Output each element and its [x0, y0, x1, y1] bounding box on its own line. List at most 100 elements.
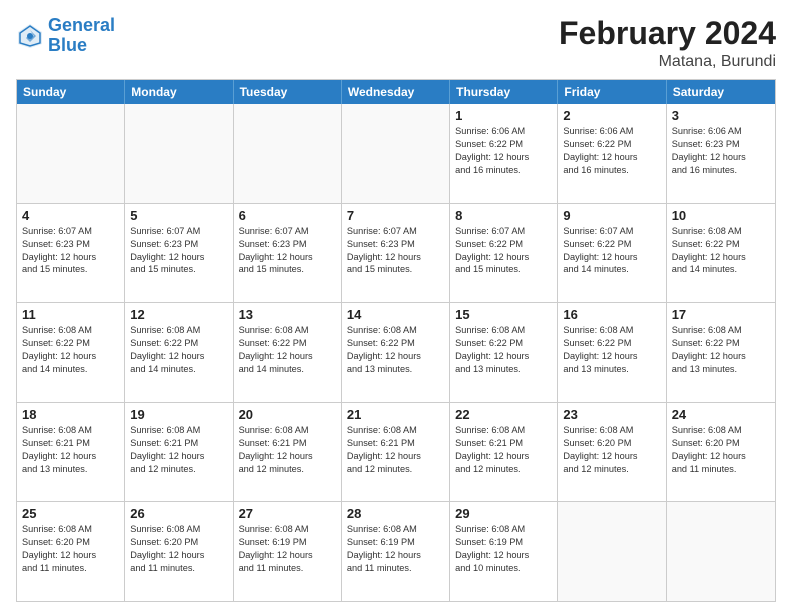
day-number: 4 [22, 208, 119, 223]
day-cell-7: 7Sunrise: 6:07 AMSunset: 6:23 PMDaylight… [342, 204, 450, 303]
day-info: Sunrise: 6:08 AMSunset: 6:22 PMDaylight:… [239, 324, 336, 376]
logo: General Blue [16, 16, 115, 56]
day-cell-18: 18 Sunrise: 6:08 AMSunset: 6:21 PMDayligh… [17, 403, 125, 502]
day-cell-14: 14Sunrise: 6:08 AMSunset: 6:22 PMDayligh… [342, 303, 450, 402]
day-cell-26: 26 Sunrise: 6:08 AMSunset: 6:20 PMDayligh… [125, 502, 233, 601]
day-info: Sunrise: 6:08 AMSunset: 6:20 PMDaylight:… [672, 424, 770, 476]
day-info: Sunrise: 6:08 AMSunset: 6:20 PMDaylight:… [130, 523, 227, 575]
day-info: Sunrise: 6:08 AMSunset: 6:21 PMDaylight:… [239, 424, 336, 476]
header-day-monday: Monday [125, 80, 233, 104]
day-cell-25: 25 Sunrise: 6:08 AMSunset: 6:20 PMDayligh… [17, 502, 125, 601]
day-number: 25 [22, 506, 119, 521]
day-number: 6 [239, 208, 336, 223]
day-info: Sunrise: 6:08 AMSunset: 6:22 PMDaylight:… [672, 324, 770, 376]
day-cell-11: 11 Sunrise: 6:08 AMSunset: 6:22 PMDayligh… [17, 303, 125, 402]
header-day-friday: Friday [558, 80, 666, 104]
day-cell-28: 28 Sunrise: 6:08 AMSunset: 6:19 PMDayligh… [342, 502, 450, 601]
day-number: 21 [347, 407, 444, 422]
day-number: 3 [672, 108, 770, 123]
day-info: Sunrise: 6:08 AMSunset: 6:20 PMDaylight:… [563, 424, 660, 476]
day-number: 23 [563, 407, 660, 422]
logo-line1: General [48, 15, 115, 35]
header-day-tuesday: Tuesday [234, 80, 342, 104]
day-cell-5: 5Sunrise: 6:07 AMSunset: 6:23 PMDaylight… [125, 204, 233, 303]
day-number: 19 [130, 407, 227, 422]
day-info: Sunrise: 6:08 AMSunset: 6:21 PMDaylight:… [455, 424, 552, 476]
day-info: Sunrise: 6:08 AMSunset: 6:22 PMDaylight:… [22, 324, 119, 376]
day-number: 24 [672, 407, 770, 422]
day-cell-10: 10Sunrise: 6:08 AMSunset: 6:22 PMDayligh… [667, 204, 775, 303]
day-info: Sunrise: 6:08 AMSunset: 6:19 PMDaylight:… [347, 523, 444, 575]
day-cell-22: 22 Sunrise: 6:08 AMSunset: 6:21 PMDayligh… [450, 403, 558, 502]
day-info: Sunrise: 6:07 AMSunset: 6:23 PMDaylight:… [347, 225, 444, 277]
day-info: Sunrise: 6:08 AMSunset: 6:20 PMDaylight:… [22, 523, 119, 575]
day-cell-2: 2Sunrise: 6:06 AMSunset: 6:22 PMDaylight… [558, 104, 666, 203]
day-cell-empty-4-6 [667, 502, 775, 601]
week-row-5: 25 Sunrise: 6:08 AMSunset: 6:20 PMDayligh… [17, 502, 775, 601]
main-title: February 2024 [559, 16, 776, 51]
day-cell-empty-0-1 [125, 104, 233, 203]
title-block: February 2024 Matana, Burundi [559, 16, 776, 71]
header-day-saturday: Saturday [667, 80, 775, 104]
day-cell-13: 13 Sunrise: 6:08 AMSunset: 6:22 PMDayligh… [234, 303, 342, 402]
day-info: Sunrise: 6:08 AMSunset: 6:22 PMDaylight:… [455, 324, 552, 376]
day-cell-15: 15Sunrise: 6:08 AMSunset: 6:22 PMDayligh… [450, 303, 558, 402]
day-cell-23: 23 Sunrise: 6:08 AMSunset: 6:20 PMDayligh… [558, 403, 666, 502]
day-info: Sunrise: 6:06 AMSunset: 6:23 PMDaylight:… [672, 125, 770, 177]
day-info: Sunrise: 6:07 AMSunset: 6:22 PMDaylight:… [563, 225, 660, 277]
day-number: 11 [22, 307, 119, 322]
day-number: 13 [239, 307, 336, 322]
day-info: Sunrise: 6:07 AMSunset: 6:22 PMDaylight:… [455, 225, 552, 277]
day-number: 18 [22, 407, 119, 422]
day-cell-1: 1Sunrise: 6:06 AMSunset: 6:22 PMDaylight… [450, 104, 558, 203]
day-number: 9 [563, 208, 660, 223]
header-day-wednesday: Wednesday [342, 80, 450, 104]
day-number: 26 [130, 506, 227, 521]
day-cell-29: 29 Sunrise: 6:08 AMSunset: 6:19 PMDayligh… [450, 502, 558, 601]
day-info: Sunrise: 6:08 AMSunset: 6:21 PMDaylight:… [130, 424, 227, 476]
day-info: Sunrise: 6:08 AMSunset: 6:22 PMDaylight:… [563, 324, 660, 376]
week-row-4: 18 Sunrise: 6:08 AMSunset: 6:21 PMDayligh… [17, 403, 775, 503]
header: General Blue February 2024 Matana, Burun… [16, 16, 776, 71]
calendar-header: SundayMondayTuesdayWednesdayThursdayFrid… [17, 80, 775, 104]
day-info: Sunrise: 6:08 AMSunset: 6:19 PMDaylight:… [455, 523, 552, 575]
day-info: Sunrise: 6:08 AMSunset: 6:22 PMDaylight:… [130, 324, 227, 376]
day-cell-16: 16Sunrise: 6:08 AMSunset: 6:22 PMDayligh… [558, 303, 666, 402]
day-cell-6: 6Sunrise: 6:07 AMSunset: 6:23 PMDaylight… [234, 204, 342, 303]
day-info: Sunrise: 6:08 AMSunset: 6:21 PMDaylight:… [22, 424, 119, 476]
week-row-2: 4 Sunrise: 6:07 AMSunset: 6:23 PMDaylight… [17, 204, 775, 304]
logo-line2: Blue [48, 36, 115, 56]
day-info: Sunrise: 6:08 AMSunset: 6:19 PMDaylight:… [239, 523, 336, 575]
day-cell-empty-0-3 [342, 104, 450, 203]
day-number: 27 [239, 506, 336, 521]
day-info: Sunrise: 6:07 AMSunset: 6:23 PMDaylight:… [22, 225, 119, 277]
day-number: 17 [672, 307, 770, 322]
day-cell-27: 27 Sunrise: 6:08 AMSunset: 6:19 PMDayligh… [234, 502, 342, 601]
header-day-sunday: Sunday [17, 80, 125, 104]
logo-icon [16, 22, 44, 50]
day-cell-empty-0-0 [17, 104, 125, 203]
day-number: 29 [455, 506, 552, 521]
day-number: 2 [563, 108, 660, 123]
day-info: Sunrise: 6:08 AMSunset: 6:22 PMDaylight:… [347, 324, 444, 376]
subtitle: Matana, Burundi [559, 53, 776, 71]
day-info: Sunrise: 6:07 AMSunset: 6:23 PMDaylight:… [130, 225, 227, 277]
day-number: 22 [455, 407, 552, 422]
day-cell-21: 21 Sunrise: 6:08 AMSunset: 6:21 PMDayligh… [342, 403, 450, 502]
header-day-thursday: Thursday [450, 80, 558, 104]
day-info: Sunrise: 6:08 AMSunset: 6:21 PMDaylight:… [347, 424, 444, 476]
week-row-3: 11 Sunrise: 6:08 AMSunset: 6:22 PMDayligh… [17, 303, 775, 403]
day-cell-9: 9 Sunrise: 6:07 AMSunset: 6:22 PMDaylight… [558, 204, 666, 303]
day-cell-empty-4-5 [558, 502, 666, 601]
calendar: SundayMondayTuesdayWednesdayThursdayFrid… [16, 79, 776, 602]
logo-text: General Blue [48, 16, 115, 56]
page: General Blue February 2024 Matana, Burun… [0, 0, 792, 612]
day-cell-4: 4 Sunrise: 6:07 AMSunset: 6:23 PMDaylight… [17, 204, 125, 303]
day-cell-12: 12Sunrise: 6:08 AMSunset: 6:22 PMDayligh… [125, 303, 233, 402]
day-number: 28 [347, 506, 444, 521]
day-cell-20: 20 Sunrise: 6:08 AMSunset: 6:21 PMDayligh… [234, 403, 342, 502]
day-cell-empty-0-2 [234, 104, 342, 203]
day-cell-8: 8Sunrise: 6:07 AMSunset: 6:22 PMDaylight… [450, 204, 558, 303]
day-number: 20 [239, 407, 336, 422]
day-cell-17: 17 Sunrise: 6:08 AMSunset: 6:22 PMDayligh… [667, 303, 775, 402]
